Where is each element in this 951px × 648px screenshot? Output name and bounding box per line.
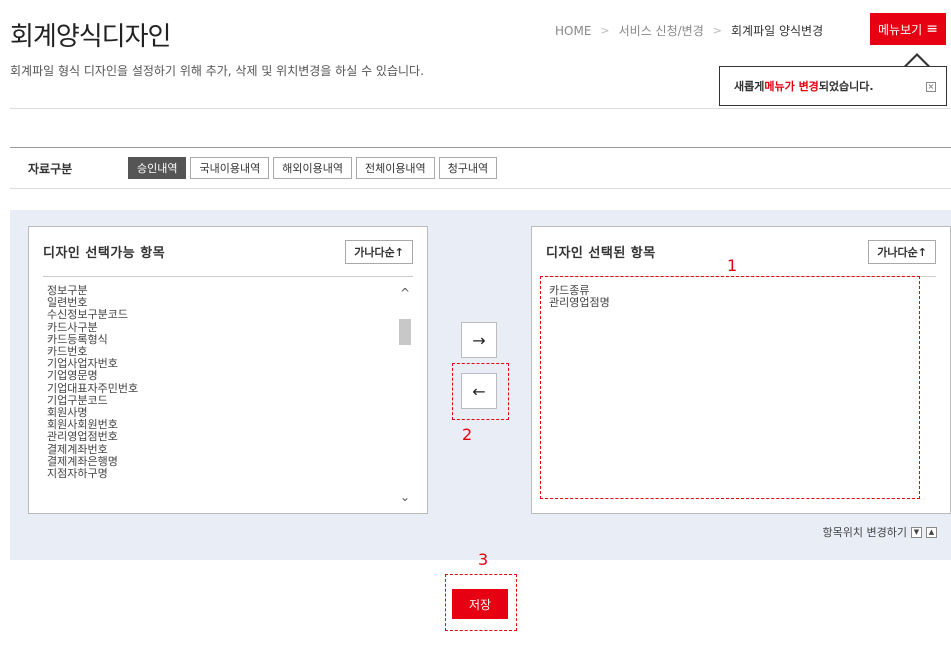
tab-domestic[interactable]: 국내이용내역 — [190, 157, 270, 179]
list-item[interactable]: 기업영문명 — [47, 370, 397, 382]
list-item[interactable]: 지점자하구명 — [47, 467, 397, 480]
available-sort-button[interactable]: 가나다순↑ — [345, 239, 413, 264]
breadcrumb: HOME > 서비스 신청/변경 > 회계파일 양식변경 — [555, 22, 823, 39]
add-item-button[interactable]: → — [461, 322, 497, 358]
hamburger-icon: ≡ — [926, 21, 938, 37]
available-items-box: 디자인 선택가능 항목 가나다순↑ 정보구분 일련번호 수신정보구분코드 카드사구분 카… — [28, 226, 428, 514]
available-scrollbar[interactable]: ^ ⌄ — [397, 285, 413, 505]
annotation-number-1: 1 — [727, 256, 738, 275]
available-items-header: 디자인 선택가능 항목 가나다순↑ — [43, 227, 413, 277]
header-divider — [10, 108, 951, 109]
selected-items-title: 디자인 선택된 항목 — [546, 246, 656, 261]
notice-highlight: 메뉴가 변경 — [764, 80, 819, 93]
list-item[interactable]: 정보구분 — [47, 285, 397, 297]
notice-suffix: 되었습니다. — [818, 80, 874, 93]
list-item[interactable]: 결제계좌번호 — [47, 443, 397, 456]
filter-label: 자료구분 — [28, 161, 73, 176]
tab-approval[interactable]: 승인내역 — [128, 157, 187, 179]
annotation-number-2: 2 — [462, 425, 473, 444]
scroll-thumb[interactable] — [399, 319, 411, 345]
available-items-title: 디자인 선택가능 항목 — [43, 246, 166, 261]
breadcrumb-service[interactable]: 서비스 신청/변경 — [619, 22, 704, 39]
breadcrumb-home[interactable]: HOME — [555, 24, 591, 38]
menu-view-button[interactable]: 메뉴보기 ≡ — [870, 13, 946, 45]
move-down-button[interactable]: ▼ — [911, 526, 922, 538]
data-type-filter: 자료구분 승인내역 국내이용내역 해외이용내역 전체이용내역 청구내역 — [10, 147, 951, 189]
menu-view-label: 메뉴보기 — [878, 22, 923, 37]
notice-prefix: 새롭게 — [734, 80, 765, 93]
page-description: 회계파일 형식 디자인을 설정하기 위해 추가, 삭제 및 위치변경을 하실 수… — [10, 64, 424, 78]
breadcrumb-separator: > — [712, 24, 722, 37]
breadcrumb-separator: > — [600, 24, 610, 37]
annotation-box-1 — [540, 276, 920, 499]
selected-items-header: 디자인 선택된 항목 가나다순↑ — [546, 227, 936, 277]
chevron-up-icon[interactable]: ^ — [397, 285, 413, 301]
selected-sort-button[interactable]: 가나다순↑ — [868, 239, 936, 264]
list-item[interactable]: 기업구분코드 — [47, 394, 397, 407]
reorder-controls: 항목위치 변경하기 ▼ ▲ — [823, 524, 937, 540]
menu-change-notice: 새롭게 메뉴가 변경 되었습니다. × — [719, 66, 947, 106]
annotation-number-3: 3 — [478, 550, 489, 569]
tab-billing[interactable]: 청구내역 — [438, 157, 498, 179]
page-title: 회계양식디자인 — [10, 22, 171, 52]
chevron-down-icon[interactable]: ⌄ — [397, 489, 413, 505]
list-item[interactable]: 카드등록형식 — [47, 333, 397, 346]
list-item[interactable]: 수신정보구분코드 — [47, 309, 397, 321]
tab-overseas[interactable]: 해외이용내역 — [273, 157, 352, 179]
breadcrumb-current: 회계파일 양식변경 — [730, 24, 824, 38]
list-item[interactable]: 기업사업자번호 — [47, 358, 397, 370]
tab-all[interactable]: 전체이용내역 — [355, 157, 435, 179]
reorder-label: 항목위치 변경하기 — [822, 526, 907, 539]
annotation-box-3 — [445, 574, 517, 631]
list-item[interactable]: 카드사구분 — [47, 321, 397, 334]
annotation-box-2 — [452, 363, 509, 420]
filter-tabs: 승인내역 국내이용내역 해외이용내역 전체이용내역 청구내역 — [128, 157, 498, 179]
list-item[interactable]: 관리영업점번호 — [47, 431, 397, 443]
list-item[interactable]: 기업대표자주민번호 — [47, 382, 397, 395]
move-up-button[interactable]: ▲ — [926, 526, 937, 538]
available-items-list[interactable]: 정보구분 일련번호 수신정보구분코드 카드사구분 카드등록형식 카드번호 기업사업자번호 기업… — [47, 285, 397, 513]
close-icon[interactable]: × — [926, 82, 936, 92]
